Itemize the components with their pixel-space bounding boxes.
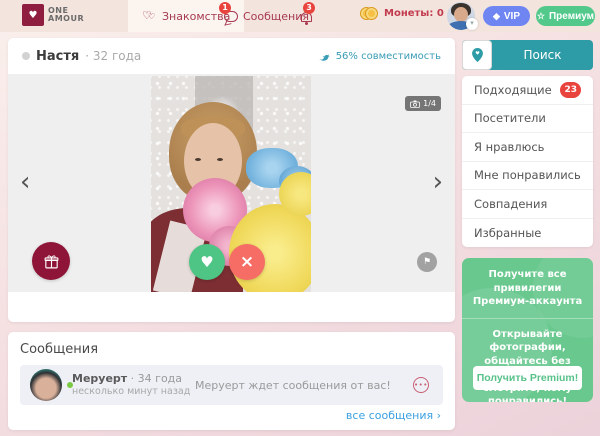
all-messages-link[interactable]: все сообщения ›	[346, 409, 441, 422]
x-icon: ×	[240, 252, 254, 272]
top-header: ♥ ONE AMOUR ♡ ♡ Знакомства 1 Сообщения 3…	[0, 0, 600, 32]
messages-icon-wrap: 1	[224, 11, 238, 22]
messages-card: Сообщения Меруерт · 34 года несколько ми…	[8, 332, 455, 430]
heart-icon: ♥	[200, 253, 213, 271]
menu-label: Посетители	[474, 111, 546, 125]
logo[interactable]: ♥ ONE AMOUR	[22, 4, 84, 26]
menu-label: Подходящие	[474, 83, 552, 97]
message-time: несколько минут назад	[72, 386, 190, 398]
vip-label: VIP	[504, 11, 520, 22]
profile-title-row: Настя · 32 года 56% совместимость	[8, 38, 455, 74]
message-row[interactable]: Меруерт · 34 года несколько минут назад …	[20, 365, 443, 405]
profile-name: Настя	[36, 49, 79, 64]
messages-badge: 1	[219, 2, 231, 14]
compatibility-indicator[interactable]: 56% совместимость	[318, 51, 441, 62]
profile-age: · 32 года	[85, 49, 141, 63]
sender-avatar	[30, 369, 62, 401]
logo-text: ONE AMOUR	[48, 7, 84, 23]
tab-messages[interactable]: 1 Сообщения	[224, 0, 309, 32]
star-icon: ☆	[537, 11, 545, 22]
avatar-menu-caret[interactable]: ▾	[466, 18, 478, 30]
dislike-button[interactable]: ×	[229, 244, 265, 280]
photo-stage: ‹ › 1/4	[8, 74, 455, 292]
message-text: Меруерт ждет сообщения от вас!	[195, 379, 391, 392]
heart-outline-icon-small: ♡	[148, 12, 155, 21]
notifications-button[interactable]: 3	[298, 8, 316, 26]
menu-label: Мне понравились	[474, 168, 581, 182]
sidebar-item-they-like-me[interactable]: Я нравлюсь	[462, 133, 593, 162]
coins-icon	[360, 7, 378, 20]
message-options-button[interactable]: •••	[413, 377, 429, 393]
coins-label: Монеты: 0	[384, 8, 444, 19]
sender-name: Меруерт	[72, 372, 127, 385]
chevron-down-icon: ▾	[470, 19, 474, 27]
premium-button[interactable]: ☆ Премиум	[536, 6, 595, 26]
bird-icon	[318, 51, 331, 62]
sidebar-menu: Подходящие 23 Посетители Я нравлюсь Мне …	[462, 76, 593, 247]
premium-label: Премиум	[549, 11, 594, 22]
premium-promo-card: Получите все привилегии Премиум-аккаунта…	[462, 258, 593, 402]
next-photo-arrow[interactable]: ›	[433, 169, 443, 195]
logo-heart-icon: ♥	[22, 4, 44, 26]
notifications-badge: 3	[303, 2, 315, 14]
like-button[interactable]: ♥	[189, 244, 225, 280]
search-label: Поиск	[492, 48, 593, 62]
sidebar-item-visitors[interactable]: Посетители	[462, 105, 593, 134]
menu-label: Я нравлюсь	[474, 140, 544, 154]
sidebar-item-favorites[interactable]: Избранные	[462, 219, 593, 248]
get-premium-button[interactable]: Получить Premium!	[473, 366, 582, 390]
profile-card: Настя · 32 года 56% совместимость ‹ ›	[8, 38, 455, 322]
report-button[interactable]: ⚑	[417, 252, 437, 272]
coins-button[interactable]: Монеты: 0	[360, 7, 444, 20]
photo-counter[interactable]: 1/4	[405, 96, 441, 111]
send-gift-button[interactable]	[32, 242, 70, 280]
sidebar-item-mutual[interactable]: Совпадения	[462, 190, 593, 219]
menu-label: Совпадения	[474, 197, 547, 211]
gift-icon	[43, 253, 60, 270]
location-pin-box[interactable]	[462, 40, 492, 70]
hearts-icon: ♡ ♡	[142, 10, 157, 22]
vip-button[interactable]: ◆ VIP	[483, 6, 530, 26]
photo-counter-label: 1/4	[423, 99, 436, 108]
offline-status-dot	[22, 52, 30, 60]
flag-icon: ⚑	[423, 257, 431, 267]
ellipsis-icon: •••	[414, 381, 428, 389]
location-pin-icon	[471, 47, 484, 63]
compatibility-label: 56% совместимость	[336, 51, 441, 62]
online-status-dot	[66, 381, 74, 389]
sidebar-item-matches[interactable]: Подходящие 23	[462, 76, 593, 105]
menu-label: Избранные	[474, 226, 541, 240]
search-button[interactable]: Поиск	[462, 40, 593, 70]
prev-photo-arrow[interactable]: ‹	[20, 169, 30, 195]
sidebar-item-i-liked[interactable]: Мне понравились	[462, 162, 593, 191]
logo-line2: AMOUR	[48, 15, 84, 23]
promo-title: Получите все привилегии Премиум-аккаунта	[462, 258, 593, 319]
diamond-icon: ◆	[493, 11, 500, 22]
messages-title: Сообщения	[20, 342, 443, 357]
camera-icon	[410, 100, 420, 108]
matches-count-badge: 23	[560, 82, 581, 98]
sender-age: · 34 года	[131, 372, 182, 385]
oneamour-page: { "header": { "logo": { "line1": "ONE", …	[0, 0, 600, 436]
sender-meta: Меруерт · 34 года несколько минут назад	[72, 372, 190, 399]
